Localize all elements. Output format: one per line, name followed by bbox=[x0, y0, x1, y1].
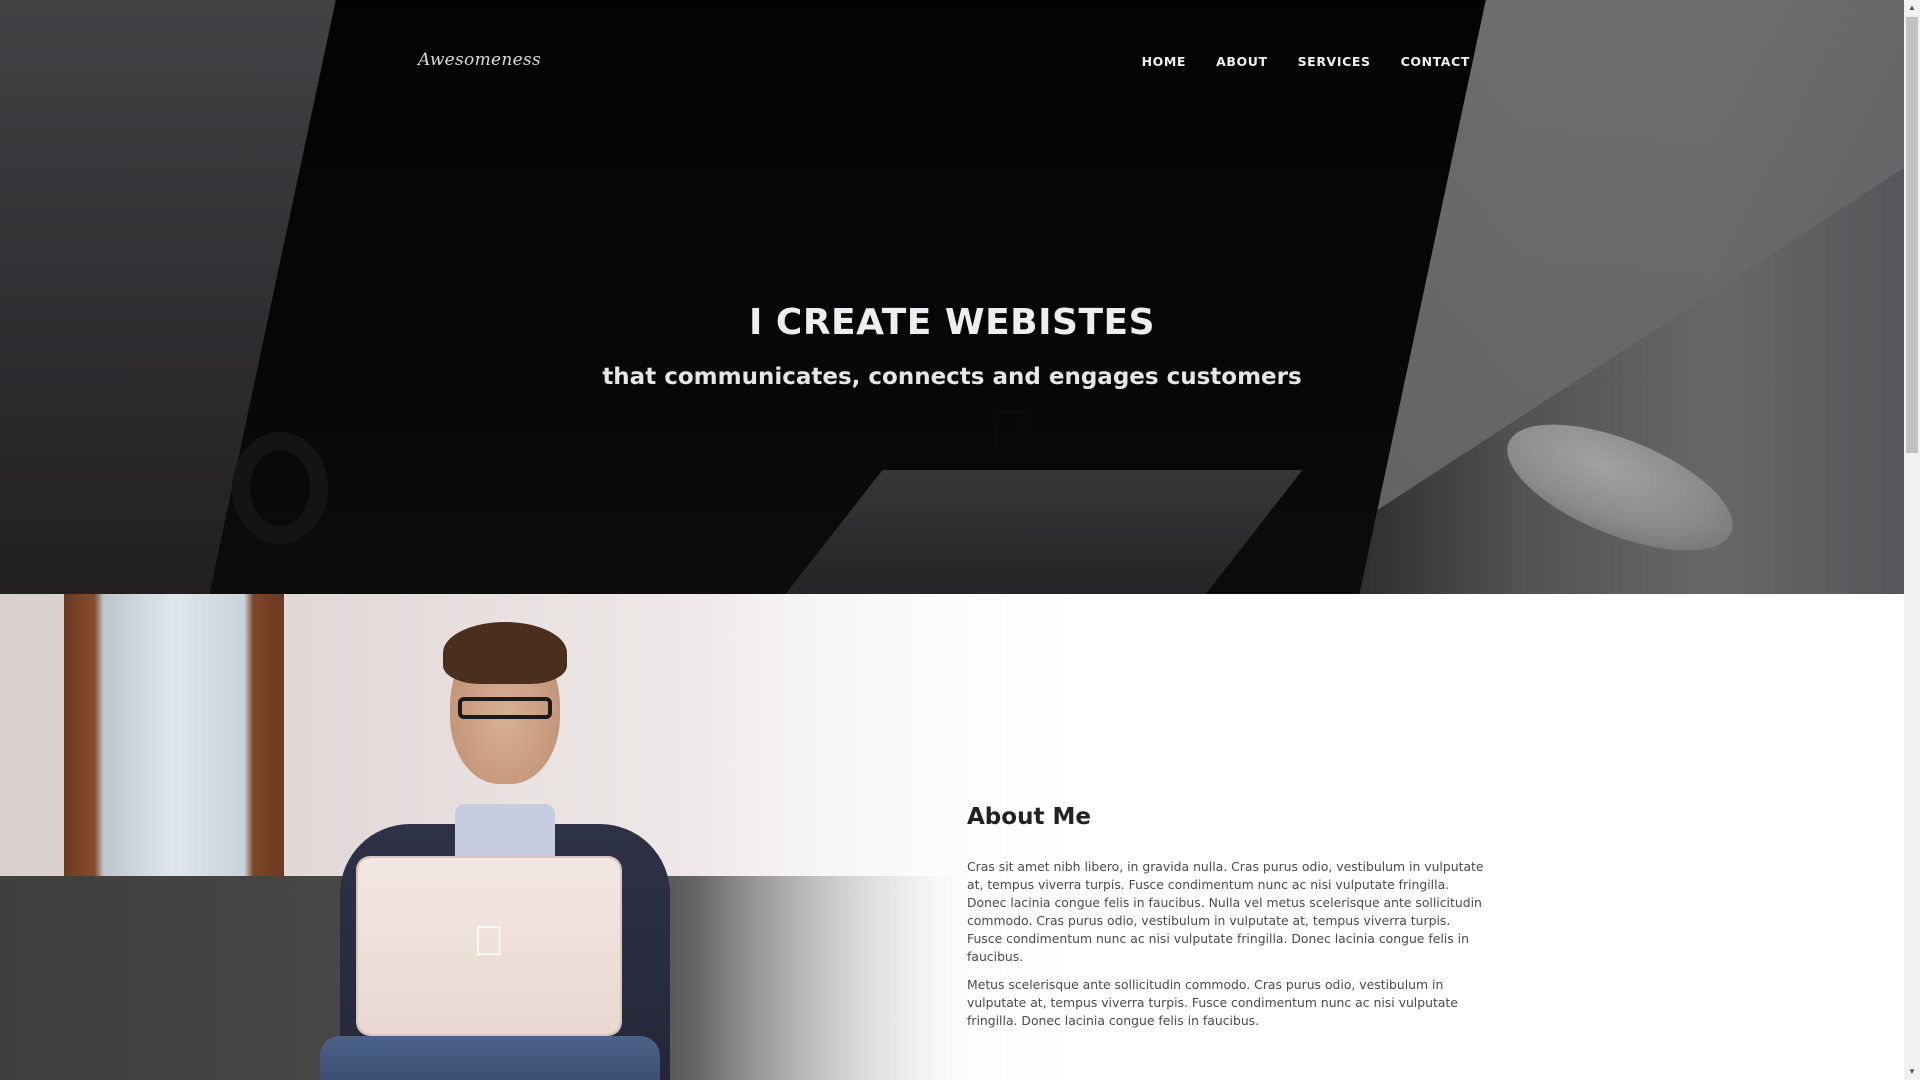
about-photo-glasses bbox=[458, 697, 552, 719]
apple-logo-icon:  bbox=[467, 916, 511, 966]
about-photo-jeans bbox=[320, 1036, 660, 1080]
triangle-up-icon[interactable]: ▲ bbox=[1904, 0, 1920, 16]
triangle-down-icon[interactable]: ▼ bbox=[1904, 1064, 1920, 1080]
page-scrollbar[interactable]: ▲ ▼ bbox=[1904, 0, 1920, 1080]
about-paragraph-1: Cras sit amet nibh libero, in gravida nu… bbox=[967, 859, 1484, 964]
hero-section:  Awesomeness HOME ABOUT SERVICES CONTAC… bbox=[0, 0, 1904, 594]
brand-logo[interactable]: Awesomeness bbox=[418, 50, 541, 70]
nav-link-services[interactable]: SERVICES bbox=[1298, 54, 1371, 69]
about-photo-window bbox=[64, 594, 284, 879]
scrollbar-thumb[interactable] bbox=[1906, 17, 1918, 453]
nav-link-home[interactable]: HOME bbox=[1142, 54, 1186, 69]
about-photo-person-hair bbox=[443, 622, 567, 684]
about-section:  About Me Cras sit amet nibh libero, in… bbox=[0, 594, 1904, 1080]
hero-title: I CREATE WEBISTES bbox=[748, 302, 1156, 343]
navbar: Awesomeness HOME ABOUT SERVICES CONTACT bbox=[0, 0, 1904, 125]
about-paragraph-2: Metus scelerisque ante sollicitudin comm… bbox=[967, 977, 1458, 1028]
hero-subtitle: that communicates, connects and engages … bbox=[602, 364, 1302, 390]
about-heading: About Me bbox=[967, 804, 1091, 830]
nav-link-about[interactable]: ABOUT bbox=[1216, 54, 1268, 69]
nav-link-contact[interactable]: CONTACT bbox=[1401, 54, 1470, 69]
about-text: About Me Cras sit amet nibh libero, in g… bbox=[967, 804, 1487, 1040]
nav-links: HOME ABOUT SERVICES CONTACT bbox=[1142, 54, 1470, 69]
